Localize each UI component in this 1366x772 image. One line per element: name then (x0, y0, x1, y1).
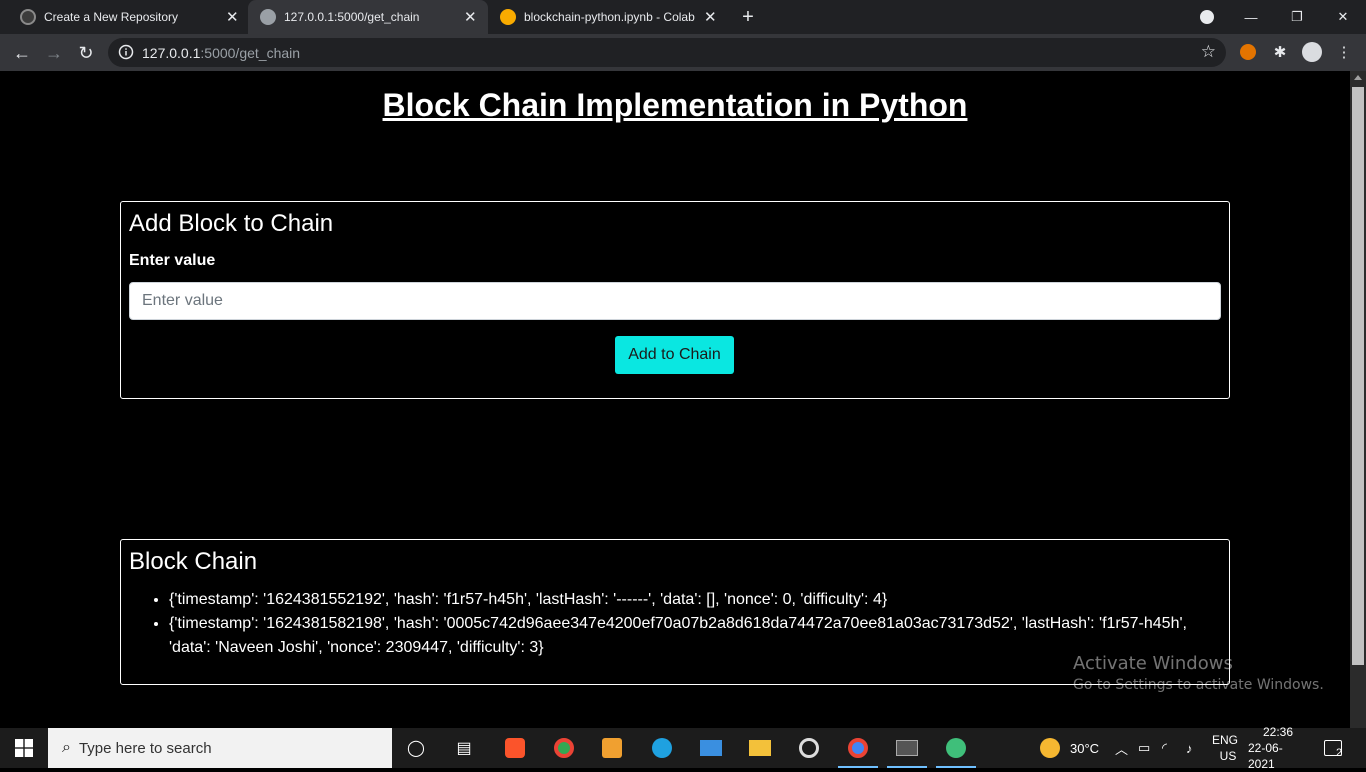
block-item: {'timestamp': '1624381552192', 'hash': '… (169, 588, 1209, 612)
tab-create-repository[interactable]: Create a New Repository ✕ (8, 0, 248, 34)
obs-icon[interactable] (797, 736, 821, 760)
wifi-icon[interactable]: ◜ (1162, 728, 1167, 768)
restore-button[interactable]: ❐ (1274, 0, 1320, 34)
extension-icon[interactable] (1237, 41, 1259, 63)
notification-count: 2 (1336, 747, 1343, 759)
info-icon[interactable] (118, 44, 134, 60)
block-chain-heading: Block Chain (129, 548, 258, 575)
activate-windows-subtitle: Go to Settings to activate Windows. (1073, 677, 1324, 693)
block-item: {'timestamp': '1624381582198', 'hash': '… (169, 612, 1209, 660)
close-tab-icon[interactable]: ✕ (226, 8, 239, 26)
block-chain-card: Block Chain {'timestamp': '1624381552192… (120, 539, 1230, 685)
weather-widget[interactable]: 30°C (1040, 728, 1099, 768)
tab-bar: Create a New Repository ✕ 127.0.0.1:5000… (0, 0, 1366, 34)
weather-temperature: 30°C (1070, 740, 1100, 756)
clock[interactable]: 22:36 22-06-2021 (1248, 725, 1308, 771)
clock-date: 22-06-2021 (1248, 741, 1283, 771)
github-icon (20, 9, 36, 25)
language-indicator[interactable]: ENG US (1212, 728, 1238, 768)
weather-sun-icon (1040, 738, 1060, 758)
task-view-icon[interactable]: ▤ (452, 736, 476, 760)
add-block-card: Add Block to Chain Enter value Add to Ch… (120, 201, 1230, 399)
restore-icon: ❐ (1291, 9, 1303, 24)
file-explorer-icon[interactable] (748, 736, 772, 760)
taskbar-search[interactable]: ⌕ Type here to search (48, 728, 392, 768)
close-window-button[interactable]: ✕ (1320, 0, 1366, 34)
minimize-icon: — (1244, 9, 1258, 25)
search-placeholder: Type here to search (78, 739, 212, 757)
block-list: {'timestamp': '1624381552192', 'hash': '… (169, 588, 1209, 660)
bookmark-star-icon[interactable]: ☆ (1201, 42, 1216, 62)
avatar (1302, 42, 1322, 62)
brave-icon[interactable] (503, 736, 527, 760)
menu-kebab-icon[interactable]: ⋮ (1333, 41, 1355, 63)
minimize-button[interactable]: — (1228, 0, 1274, 34)
battery-icon[interactable]: ▭ (1138, 728, 1150, 768)
start-button[interactable] (0, 728, 48, 768)
tab-title: blockchain-python.ipynb - Colab (524, 10, 695, 24)
clock-time: 22:36 (1262, 725, 1294, 739)
windows-taskbar: ⌕ Type here to search ◯ ▤ 30°C ︿ ▭ ◜ ♪ E… (0, 725, 1366, 771)
close-tab-icon[interactable]: ✕ (704, 8, 717, 26)
page-scrollbar[interactable] (1350, 71, 1366, 728)
add-block-heading: Add Block to Chain (129, 210, 334, 237)
atom-icon[interactable] (944, 736, 968, 760)
add-to-chain-button[interactable]: Add to Chain (615, 336, 734, 374)
edge-icon[interactable] (650, 736, 674, 760)
value-field-label: Enter value (129, 252, 216, 269)
arrow-left-icon: ← (13, 42, 31, 63)
scrollbar-thumb[interactable] (1352, 87, 1364, 665)
volume-icon[interactable]: ♪ (1186, 728, 1193, 768)
chrome-active-icon[interactable] (846, 736, 870, 760)
tab-get-chain[interactable]: 127.0.0.1:5000/get_chain ✕ (248, 0, 488, 34)
address-bar[interactable]: 127.0.0.1:5000/get_chain ☆ (108, 38, 1226, 67)
chevron-down-icon (1200, 10, 1214, 24)
colab-icon (500, 9, 516, 25)
search-icon: ⌕ (62, 739, 71, 756)
extensions-puzzle-icon[interactable]: ✱ (1269, 41, 1291, 63)
tab-title: 127.0.0.1:5000/get_chain (284, 10, 420, 24)
tray-chevron-icon[interactable]: ︿ (1115, 728, 1128, 768)
close-tab-icon[interactable]: ✕ (464, 8, 477, 26)
region-code: US (1219, 749, 1237, 763)
plus-icon: + (742, 5, 754, 28)
extension-badge (1240, 44, 1256, 60)
tab-colab[interactable]: blockchain-python.ipynb - Colab ✕ (488, 0, 728, 34)
url-text: 127.0.0.1:5000/get_chain (142, 45, 300, 61)
terminal-icon[interactable] (895, 736, 919, 760)
page-title: Block Chain Implementation in Python (382, 87, 968, 123)
cortana-icon[interactable]: ◯ (404, 736, 428, 760)
globe-icon (260, 9, 276, 25)
value-input[interactable] (129, 282, 1221, 320)
arrow-right-icon: → (45, 42, 63, 63)
page-content: Block Chain Implementation in Python Add… (0, 71, 1350, 728)
reload-icon: ↻ (78, 42, 94, 63)
url-path: :5000/get_chain (200, 45, 301, 61)
chrome-icon[interactable] (552, 736, 576, 760)
windows-logo-icon (15, 739, 33, 757)
back-button[interactable]: ← (8, 39, 36, 67)
scroll-up-arrow-icon[interactable] (1354, 75, 1362, 80)
activate-windows-title: Activate Windows (1073, 653, 1233, 674)
tab-search-button[interactable] (1184, 0, 1230, 34)
mail-icon[interactable] (699, 736, 723, 760)
forward-button[interactable]: → (40, 39, 68, 67)
language-code: ENG (1212, 733, 1239, 747)
media-player-icon[interactable] (600, 736, 624, 760)
new-tab-button[interactable]: + (736, 0, 760, 34)
reload-button[interactable]: ↻ (72, 39, 100, 67)
url-host: 127.0.0.1 (142, 45, 201, 61)
notifications-button[interactable]: 2 (1324, 728, 1348, 768)
close-icon: ✕ (1337, 9, 1349, 24)
profile-avatar[interactable] (1301, 41, 1323, 63)
tab-title: Create a New Repository (44, 10, 179, 24)
browser-toolbar: ← → ↻ 127.0.0.1:5000/get_chain ☆ ✱ ⋮ (0, 34, 1366, 71)
